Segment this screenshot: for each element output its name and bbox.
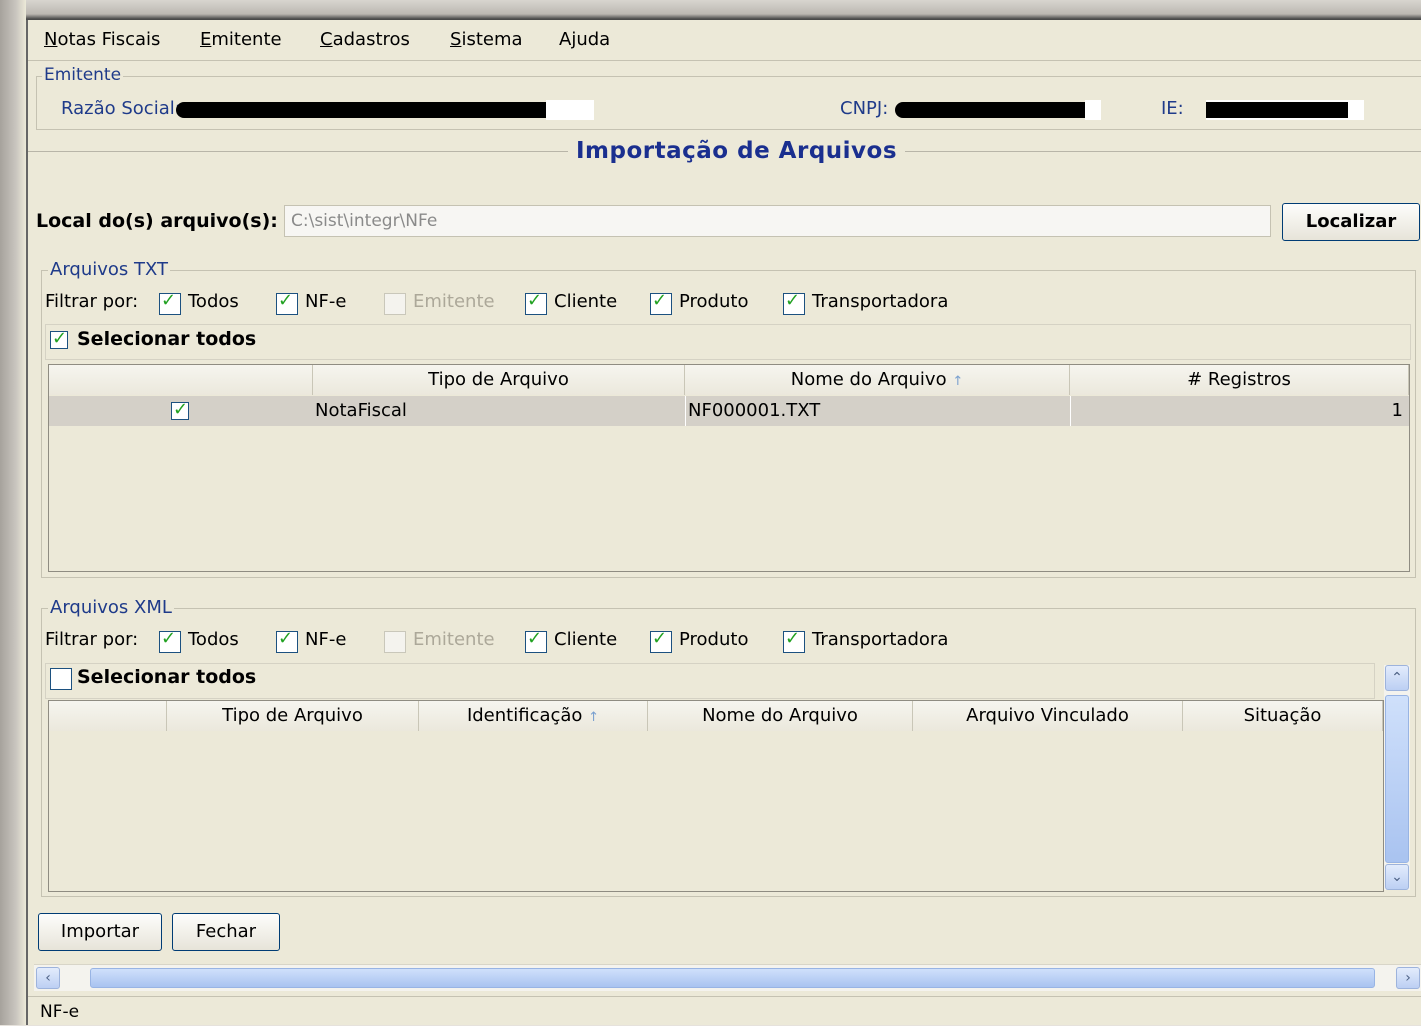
row-divider [685,396,686,426]
txt-filter-transportadora-label: Transportadora [812,291,949,312]
scroll-thumb[interactable] [90,968,1375,988]
menu-bar: Notas Fiscais Emitente Cadastros Sistema… [28,20,1421,60]
txt-col-nome[interactable]: Nome do Arquivo ↑ [685,365,1070,395]
status-text: NF-e [40,1002,80,1022]
chevron-right-icon[interactable]: › [1396,967,1420,989]
horizontal-scrollbar[interactable]: ‹ › [34,964,1421,991]
emitente-group-title: Emitente [42,65,124,85]
menu-notas-fiscais-label: otas Fiscais [57,29,161,50]
menu-emitente[interactable]: Emitente [200,29,282,50]
xml-filter-produto-checkbox[interactable] [650,628,672,653]
razao-social-value-redacted [176,102,546,118]
row-divider [1070,396,1071,426]
menu-divider [28,60,1421,61]
xml-filter-nf-e-label: NF-e [305,629,347,650]
txt-filter-emitente-label: Emitente [413,291,495,312]
txt-filter-produto-checkbox[interactable] [650,290,672,315]
txt-col-check[interactable] [49,365,313,395]
scroll-thumb[interactable] [1385,695,1409,863]
xml-col-nome[interactable]: Nome do Arquivo [648,701,913,731]
menu-sistema-label: istema [461,29,523,50]
xml-col-situacao[interactable]: Situação [1183,701,1383,731]
ie-label: IE: [1161,98,1184,119]
importar-button[interactable]: Importar [38,913,162,951]
txt-select-all-label: Selecionar todos [77,328,257,350]
menu-emitente-label: mitente [211,29,282,50]
razao-social-label: Razão Social: [61,98,181,119]
menu-cadastros[interactable]: Cadastros [320,29,410,50]
xml-select-all-checkbox[interactable] [50,668,72,690]
menu-notas-fiscais[interactable]: Notas Fiscais [44,29,160,50]
txt-filter-todos-label: Todos [188,291,239,312]
table-row[interactable]: NotaFiscal NF000001.TXT 1 [49,396,1409,426]
sort-up-icon: ↑ [588,710,600,725]
txt-filter-row: Todos NF-e Emitente Cliente Produto Transport… [28,290,1028,315]
app-window: Notas Fiscais Emitente Cadastros Sistema… [26,20,1421,1025]
txt-filter-nf-e-checkbox[interactable] [276,290,298,315]
xml-filter-todos-checkbox[interactable] [159,628,181,653]
menu-ajuda-label: uda [576,29,611,50]
fechar-button[interactable]: Fechar [172,913,280,951]
txt-col-tipo[interactable]: Tipo de Arquivo [313,365,685,395]
xml-col-tipo[interactable]: Tipo de Arquivo [167,701,419,731]
xml-filter-produto-label: Produto [679,629,749,650]
page-title: Importação de Arquivos [568,138,906,164]
row-checkbox[interactable] [171,399,189,420]
sort-up-icon: ↑ [952,374,964,389]
xml-filter-emitente-label: Emitente [413,629,495,650]
chevron-up-icon[interactable]: ⌃ [1385,665,1409,691]
status-bar: NF-e [28,996,1421,1026]
cnpj-value-redacted [895,102,1085,118]
chevron-down-icon[interactable]: ⌄ [1385,864,1409,890]
txt-filter-nf-e-label: NF-e [305,291,347,312]
local-path-field[interactable]: C:\sist\integr\NFe [284,205,1271,237]
xml-filter-cliente-label: Cliente [554,629,618,650]
xml-filter-transportadora-label: Transportadora [812,629,949,650]
local-label: Local do(s) arquivo(s): [36,210,278,232]
xml-filter-todos-label: Todos [188,629,239,650]
txt-col-nome-label: Nome do Arquivo [790,369,947,390]
xml-filter-row: Todos NF-e Emitente Cliente Produto Transport… [28,628,1028,653]
row-registros: 1 [1391,400,1403,421]
txt-select-all-checkbox[interactable] [50,328,68,349]
xml-select-all-label: Selecionar todos [77,666,257,688]
row-nome: NF000001.TXT [688,400,821,421]
txt-table: Tipo de Arquivo Nome do Arquivo ↑ # Regi… [48,364,1410,572]
xml-col-vinculado[interactable]: Arquivo Vinculado [913,701,1183,731]
cnpj-redaction-tail [1085,100,1101,120]
xml-filter-nf-e-checkbox[interactable] [276,628,298,653]
xml-table: Tipo de Arquivo Identificação ↑ Nome do … [48,700,1384,892]
txt-filter-cliente-label: Cliente [554,291,618,312]
window-left-edge [0,0,26,1025]
txt-filter-todos-checkbox[interactable] [159,290,181,315]
xml-filter-cliente-checkbox[interactable] [525,628,547,653]
xml-filter-emitente-checkbox [384,631,406,653]
xml-col-check[interactable] [49,701,167,731]
txt-group-title: Arquivos TXT [48,259,171,280]
cnpj-label: CNPJ: [840,98,889,119]
txt-filter-produto-label: Produto [679,291,749,312]
chevron-left-icon[interactable]: ‹ [36,967,60,989]
xml-col-identificacao-label: Identificação [466,705,583,726]
xml-group-title: Arquivos XML [48,597,174,618]
menu-ajuda[interactable]: Ajuda [559,29,610,50]
menu-sistema[interactable]: Sistema [450,29,523,50]
row-tipo: NotaFiscal [315,400,407,421]
xml-vertical-scrollbar[interactable]: ⌃ ⌄ [1384,665,1410,890]
txt-filter-emitente-checkbox [384,293,406,315]
txt-col-registros[interactable]: # Registros [1070,365,1409,395]
window-top-edge [0,0,1421,20]
txt-filter-cliente-checkbox[interactable] [525,290,547,315]
razao-social-redaction-tail [546,100,594,120]
menu-cadastros-label: adastros [332,29,410,50]
xml-filter-transportadora-checkbox[interactable] [783,628,805,653]
localizar-button[interactable]: Localizar [1282,203,1420,241]
xml-col-identificacao[interactable]: Identificação ↑ [419,701,648,731]
txt-filter-transportadora-checkbox[interactable] [783,290,805,315]
ie-value-redacted [1206,100,1364,120]
